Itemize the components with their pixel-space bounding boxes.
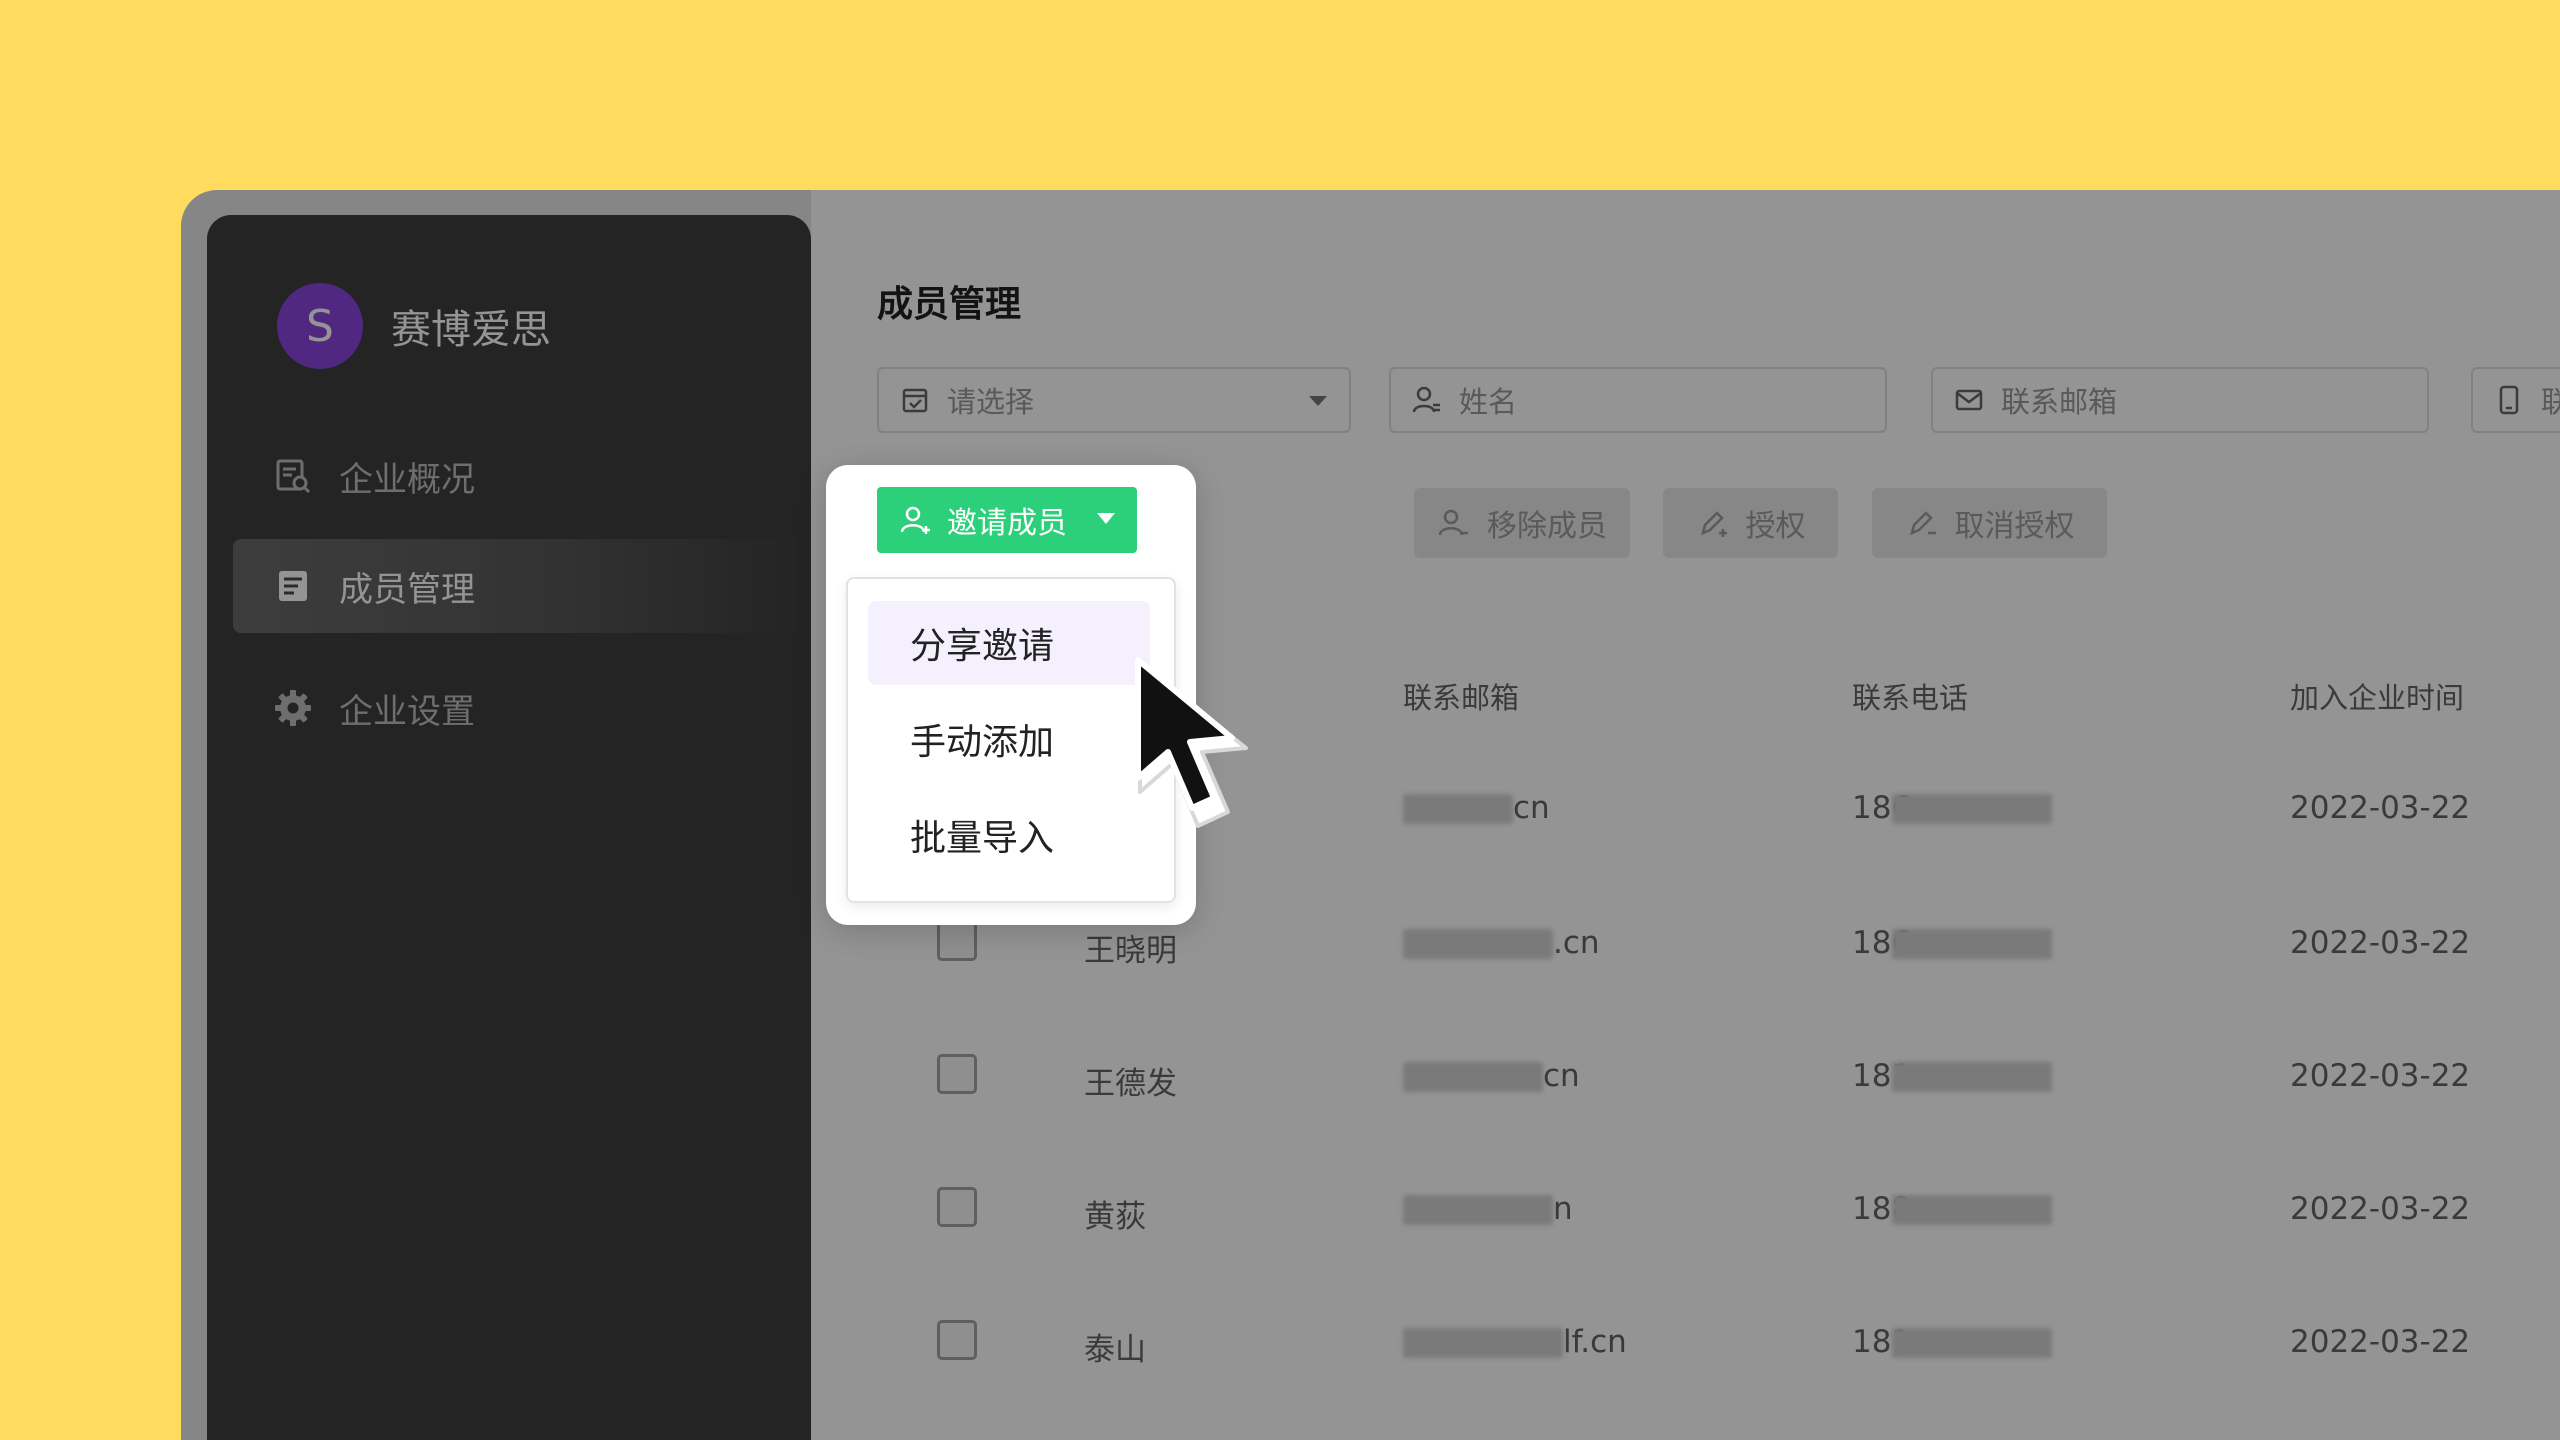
gear-icon — [273, 688, 313, 728]
brand-avatar: S — [277, 283, 363, 369]
phone-field-placeholder: 联 — [2541, 385, 2560, 419]
menu-item-bulk-import[interactable]: 批量导入 — [868, 793, 1150, 877]
user-icon — [1411, 384, 1443, 416]
checkbox-calendar-icon — [899, 384, 931, 416]
chevron-down-icon — [1097, 513, 1115, 524]
menu-item-manual-add[interactable]: 手动添加 — [868, 697, 1150, 781]
row-joined-date: 2022-03-22 — [2290, 1191, 2471, 1227]
row-email-suffix: lf.cn — [1563, 1324, 1627, 1360]
row-name: 黄荻 — [1084, 1199, 1146, 1235]
redacted-phone — [1892, 1195, 2052, 1225]
remove-member-button[interactable]: 移除成员 — [1414, 488, 1630, 558]
row-joined-date: 2022-03-22 — [2290, 790, 2471, 826]
row-checkbox[interactable] — [937, 1320, 977, 1360]
redacted-phone — [1892, 929, 2052, 959]
row-email-suffix: cn — [1513, 790, 1550, 826]
phone-icon — [2493, 384, 2525, 416]
redacted-phone — [1892, 1328, 2052, 1358]
sidebar-item-label: 成员管理 — [339, 569, 475, 610]
phone-field[interactable]: 联 — [2471, 367, 2560, 433]
page-title: 成员管理 — [877, 284, 1022, 325]
row-name: 王晓明 — [1084, 933, 1177, 969]
authorize-label: 授权 — [1745, 509, 1806, 544]
redacted-phone — [1892, 1062, 2052, 1092]
row-joined-date: 2022-03-22 — [2290, 1058, 2471, 1094]
sidebar-item-settings[interactable]: 企业设置 — [233, 661, 811, 755]
redacted-email — [1403, 1062, 1543, 1092]
pen-minus-icon — [1905, 506, 1939, 540]
menu-item-share-invite[interactable]: 分享邀请 — [868, 601, 1150, 685]
row-joined-date: 2022-03-22 — [2290, 925, 2471, 961]
member-list-icon — [273, 566, 313, 606]
revoke-authorization-button[interactable]: 取消授权 — [1872, 488, 2107, 558]
row-email-suffix: n — [1553, 1191, 1573, 1227]
redacted-email — [1403, 929, 1553, 959]
status-select[interactable]: 请选择 — [877, 367, 1351, 433]
status-select-placeholder: 请选择 — [947, 385, 1035, 419]
row-joined-date: 2022-03-22 — [2290, 1324, 2471, 1360]
enterprise-overview-icon — [273, 456, 313, 496]
email-field[interactable]: 联系邮箱 — [1931, 367, 2429, 433]
sidebar-item-overview[interactable]: 企业概况 — [233, 429, 811, 523]
remove-member-label: 移除成员 — [1487, 509, 1607, 544]
brand-name: 赛博爱思 — [391, 307, 551, 353]
row-checkbox[interactable] — [937, 921, 977, 961]
sidebar: S 赛博爱思 企业概况 成员管理 企业设置 — [207, 215, 811, 1440]
redacted-email — [1403, 1328, 1563, 1358]
row-name: 王德发 — [1084, 1066, 1177, 1102]
row-checkbox[interactable] — [937, 1187, 977, 1227]
app-window: S 赛博爱思 企业概况 成员管理 企业设置 成员管理 请选择 姓名 联系邮箱 联… — [181, 190, 2560, 1440]
authorize-button[interactable]: 授权 — [1663, 488, 1838, 558]
redacted-email — [1403, 794, 1513, 824]
row-email-suffix: cn — [1543, 1058, 1580, 1094]
sidebar-item-label: 企业设置 — [339, 691, 475, 732]
redacted-phone — [1892, 794, 2052, 824]
user-minus-icon — [1437, 506, 1471, 540]
sidebar-item-label: 企业概况 — [339, 459, 475, 500]
invite-member-button[interactable]: 邀请成员 — [877, 487, 1137, 553]
user-plus-icon — [899, 503, 933, 537]
invite-member-label: 邀请成员 — [947, 506, 1067, 541]
pen-plus-icon — [1696, 506, 1730, 540]
row-checkbox[interactable] — [937, 1054, 977, 1094]
brand: S 赛博爱思 — [277, 283, 551, 369]
name-input-placeholder: 姓名 — [1459, 385, 1518, 419]
mail-icon — [1953, 384, 1985, 416]
chevron-down-icon — [1309, 396, 1327, 406]
revoke-authorization-label: 取消授权 — [1954, 509, 2075, 544]
sidebar-item-members[interactable]: 成员管理 — [233, 539, 811, 633]
row-email-suffix: .cn — [1553, 925, 1600, 961]
name-input[interactable]: 姓名 — [1389, 367, 1887, 433]
row-name: 泰山 — [1084, 1332, 1146, 1368]
mouse-cursor-icon — [1135, 657, 1248, 828]
redacted-email — [1403, 1195, 1553, 1225]
email-field-placeholder: 联系邮箱 — [2001, 385, 2118, 419]
